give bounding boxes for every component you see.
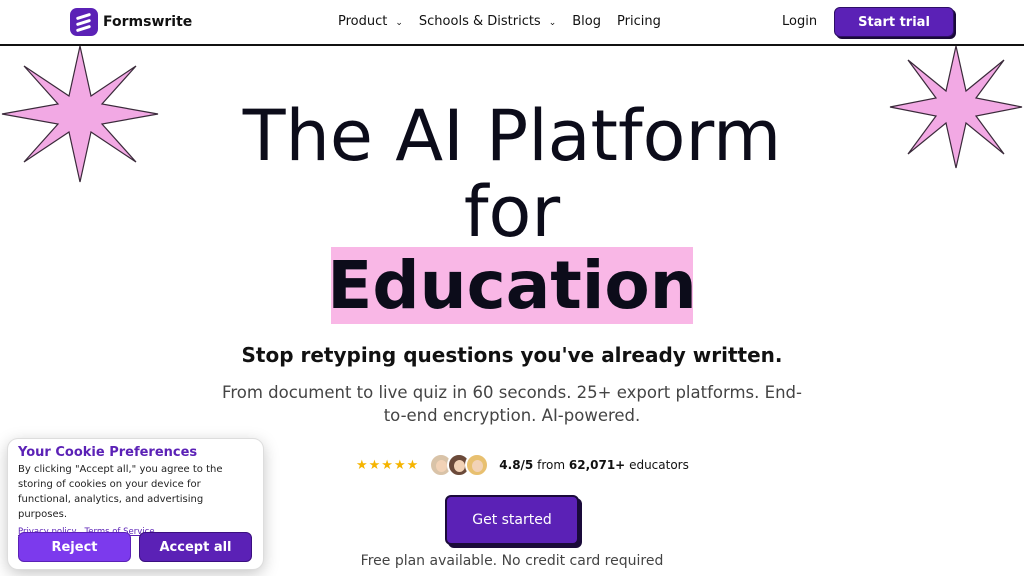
cookie-title: Your Cookie Preferences [18, 445, 198, 460]
cookie-body: By clicking "Accept all," you agree to t… [18, 464, 223, 520]
rating-value: 4.8/5 [499, 458, 534, 472]
hero-title-line2: for [463, 171, 561, 253]
hero-highlight: Education [327, 247, 697, 324]
nav-item-label: Blog [572, 14, 602, 29]
nav-item-pricing[interactable]: Pricing [617, 14, 661, 29]
logo-text: Formswrite [103, 14, 193, 30]
nav-item-label: Schools & Districts [418, 14, 541, 29]
get-started-button[interactable]: Get started [445, 495, 579, 545]
nav-item-blog[interactable]: Blog [572, 14, 601, 29]
nav-item-label: Pricing [617, 14, 661, 29]
accept-all-cookies-button[interactable]: Accept all [139, 532, 252, 562]
rating-row: ★★★★★ 4.8/5 from 62,071+ educators [356, 453, 689, 477]
rating-text: 4.8/5 from 62,071+ educators [499, 458, 689, 472]
cookie-banner: Your Cookie Preferences By clicking "Acc… [8, 439, 263, 569]
logo[interactable]: Formswrite [70, 8, 192, 36]
nav-item-schools-districts[interactable]: Schools & Districts ⌄ [419, 14, 556, 29]
cookie-buttons: Reject Accept all [18, 532, 252, 562]
page: Formswrite Product ⌄ Schools & Districts… [0, 0, 1024, 576]
rating-stars-icon: ★★★★★ [356, 457, 420, 473]
main-nav: Product ⌄ Schools & Districts ⌄ Blog Pri… [338, 14, 661, 29]
rating-suffix: educators [629, 458, 689, 472]
hero-subhead: Stop retyping questions you've already w… [241, 343, 783, 367]
site-header: Formswrite Product ⌄ Schools & Districts… [0, 0, 1024, 46]
rating-from: from [537, 458, 566, 472]
hero-highlight-text: Education [327, 247, 697, 324]
nav-item-label: Product [338, 14, 388, 29]
chevron-down-icon: ⌄ [548, 17, 557, 28]
hero-title-line1: The AI Platform [242, 95, 782, 177]
hero-description: From document to live quiz in 60 seconds… [222, 383, 802, 425]
start-trial-button[interactable]: Start trial [834, 7, 954, 37]
avatar-group [429, 453, 490, 477]
logo-icon [70, 8, 98, 36]
avatar [465, 453, 490, 477]
chevron-down-icon: ⌄ [395, 17, 403, 28]
nav-item-product[interactable]: Product ⌄ [338, 14, 403, 29]
rating-count: 62,071+ [568, 458, 626, 472]
login-link[interactable]: Login [782, 14, 817, 29]
reject-cookies-button[interactable]: Reject [18, 532, 131, 562]
